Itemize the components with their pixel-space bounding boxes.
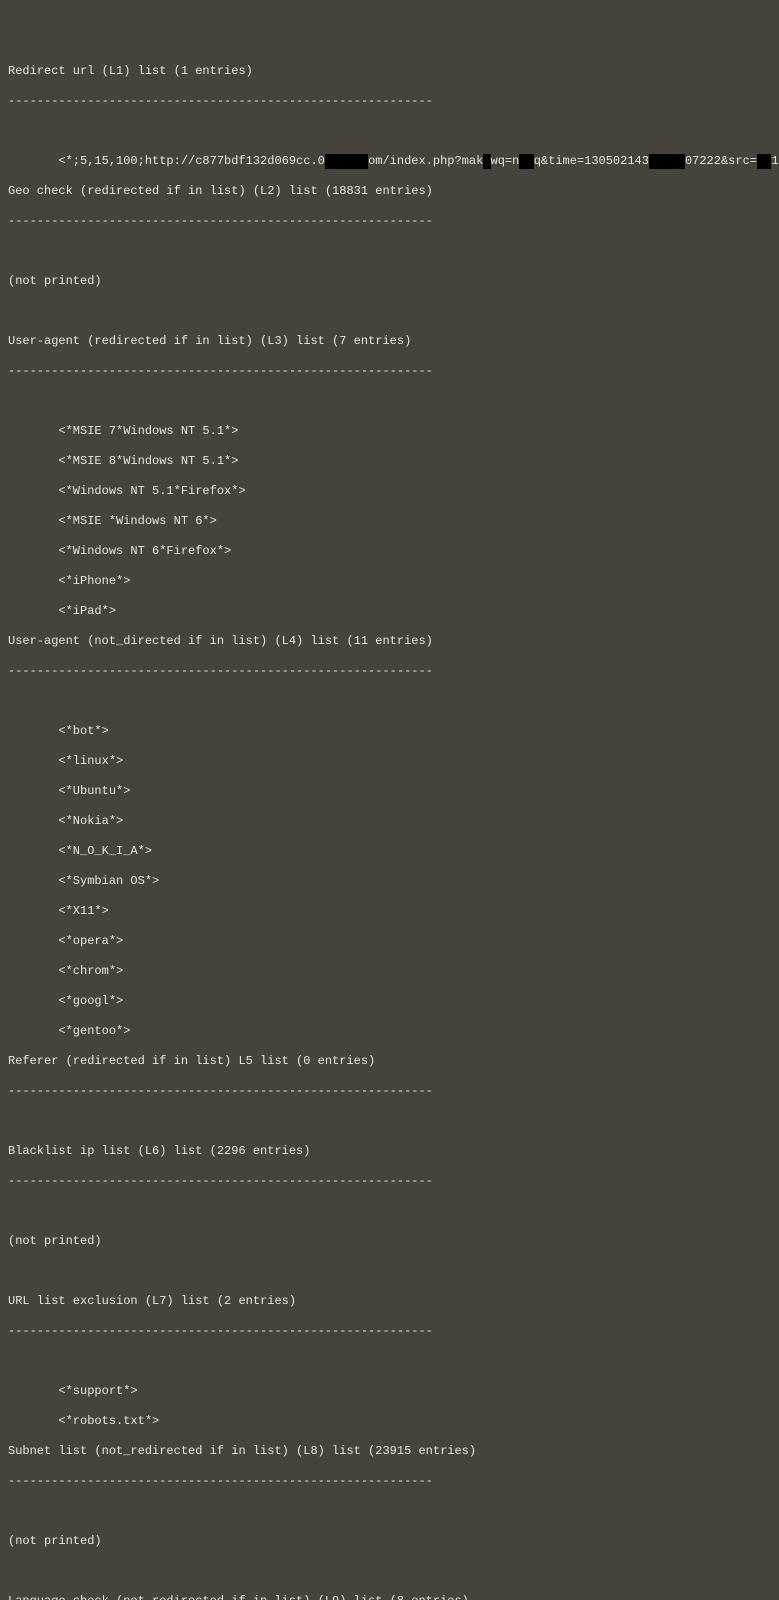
l4-item: <*Ubuntu*> [8, 784, 771, 799]
l4-item: <*googl*> [8, 994, 771, 1009]
l3-item: <*MSIE 7*Windows NT 5.1*> [8, 424, 771, 439]
l1-item-0-pre: <*;5,15,100;http://c877bdf132d069cc.0 [58, 154, 324, 168]
l1-item-0-post: 1> [771, 154, 779, 168]
l3-item: <*iPad*> [8, 604, 771, 619]
l3-item: <*Windows NT 5.1*Firefox*> [8, 484, 771, 499]
blank-line [8, 1204, 771, 1219]
blank-line [8, 1354, 771, 1369]
section-l8-header: Subnet list (not_redirected if in list) … [8, 1444, 771, 1459]
redaction: x [483, 154, 490, 169]
l4-item: <*gentoo*> [8, 1024, 771, 1039]
l1-item-0-mid1: om/index.php?mak [368, 154, 483, 168]
rule: ----------------------------------------… [8, 1324, 771, 1339]
rule: ----------------------------------------… [8, 1474, 771, 1489]
blank-line [8, 694, 771, 709]
blank-line [8, 304, 771, 319]
l4-item: <*Symbian OS*> [8, 874, 771, 889]
blank-line [8, 1264, 771, 1279]
l1-item-0-mid4: 07222&src= [685, 154, 757, 168]
l3-item: <*MSIE 8*Windows NT 5.1*> [8, 454, 771, 469]
l4-item: <*chrom*> [8, 964, 771, 979]
l7-item: <*support*> [8, 1384, 771, 1399]
l1-item-0-mid2: wq=n [491, 154, 520, 168]
l7-item: <*robots.txt*> [8, 1414, 771, 1429]
section-l6-header: Blacklist ip list (L6) list (2296 entrie… [8, 1144, 771, 1159]
section-l7-header: URL list exclusion (L7) list (2 entries) [8, 1294, 771, 1309]
l4-item: <*X11*> [8, 904, 771, 919]
l4-item: <*N_O_K_I_A*> [8, 844, 771, 859]
l3-item: <*Windows NT 6*Firefox*> [8, 544, 771, 559]
rule: ----------------------------------------… [8, 1174, 771, 1189]
section-l8-note: (not printed) [8, 1534, 771, 1549]
l1-item-0: <*;5,15,100;http://c877bdf132d069cc.0xxx… [8, 154, 771, 169]
section-l9-header: Language check (not_redirected if in lis… [8, 1594, 771, 1600]
rule: ----------------------------------------… [8, 364, 771, 379]
blank-line [8, 1564, 771, 1579]
rule: ----------------------------------------… [8, 94, 771, 109]
redaction: xxxxxx [325, 154, 368, 169]
l4-item: <*linux*> [8, 754, 771, 769]
section-l2-note: (not printed) [8, 274, 771, 289]
redaction: xxxxx [649, 154, 685, 169]
redaction: xx [757, 154, 771, 169]
l4-item: <*bot*> [8, 724, 771, 739]
l1-item-0-mid3: q&time=130502143 [534, 154, 649, 168]
blank-line [8, 124, 771, 139]
section-l1-header: Redirect url (L1) list (1 entries) [8, 64, 771, 79]
rule: ----------------------------------------… [8, 214, 771, 229]
section-l2-header: Geo check (redirected if in list) (L2) l… [8, 184, 771, 199]
section-l4-header: User-agent (not_directed if in list) (L4… [8, 634, 771, 649]
rule: ----------------------------------------… [8, 1084, 771, 1099]
blank-line [8, 244, 771, 259]
section-l5-header: Referer (redirected if in list) L5 list … [8, 1054, 771, 1069]
l3-item: <*MSIE *Windows NT 6*> [8, 514, 771, 529]
rule: ----------------------------------------… [8, 664, 771, 679]
redaction: xx [519, 154, 533, 169]
section-l3-header: User-agent (redirected if in list) (L3) … [8, 334, 771, 349]
l4-item: <*Nokia*> [8, 814, 771, 829]
blank-line [8, 1114, 771, 1129]
blank-line [8, 1504, 771, 1519]
l3-item: <*iPhone*> [8, 574, 771, 589]
l4-item: <*opera*> [8, 934, 771, 949]
section-l6-note: (not printed) [8, 1234, 771, 1249]
blank-line [8, 394, 771, 409]
